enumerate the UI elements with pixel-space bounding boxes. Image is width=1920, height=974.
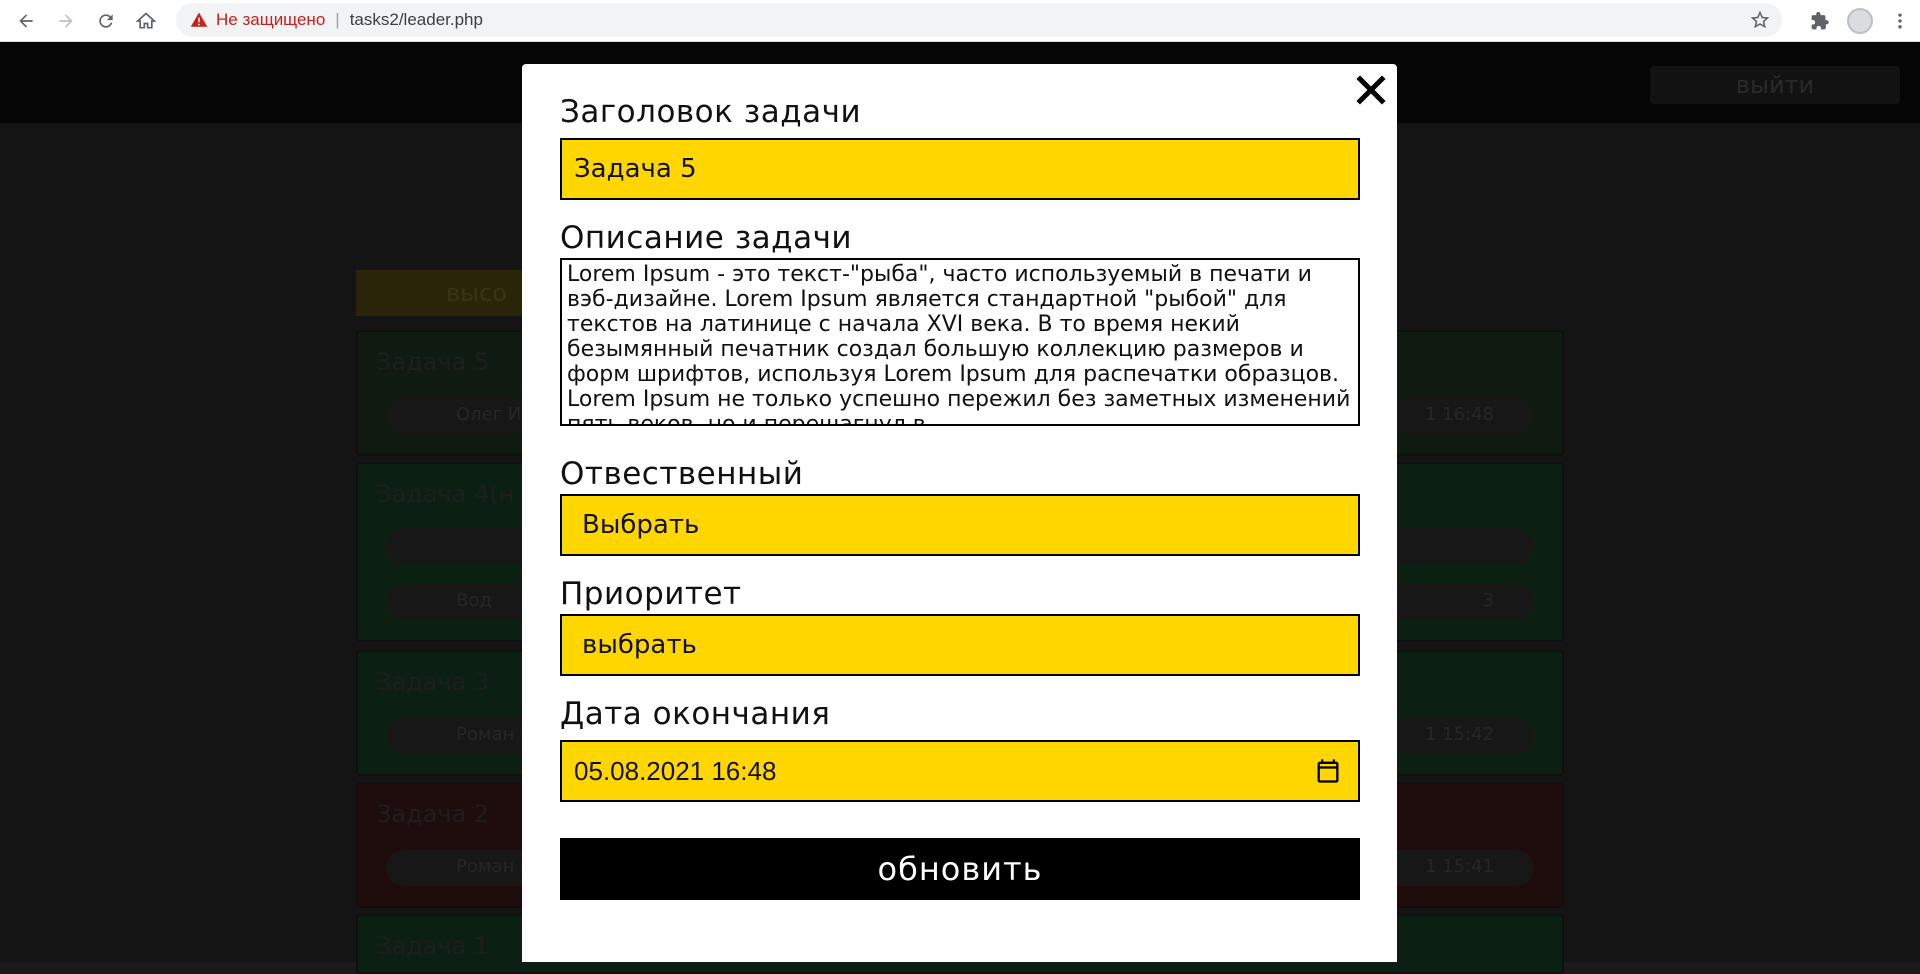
task-title: Задача 4(н (376, 480, 515, 508)
home-icon[interactable] (126, 1, 166, 41)
browser-toolbar: Не защищено | tasks2/leader.php (0, 0, 1920, 42)
bookmark-star-icon[interactable] (1750, 10, 1770, 30)
logout-button[interactable]: выйти (1650, 66, 1900, 104)
close-icon[interactable] (1355, 74, 1387, 106)
priority-select-value: выбрать (582, 630, 697, 660)
task-title: Задача 2 (376, 800, 490, 828)
task-assignee: Роман Е (456, 724, 532, 745)
url-text[interactable]: tasks2/leader.php (350, 10, 483, 30)
responsible-select-value: Выбрать (582, 510, 700, 540)
title-input[interactable]: Задача 5 (560, 138, 1360, 200)
description-textarea[interactable]: Lorem Ipsum - это текст-"рыба", часто ис… (560, 258, 1360, 426)
calendar-icon[interactable] (1314, 757, 1342, 785)
task-assignee: Роман Е (456, 856, 532, 877)
forward-icon[interactable] (46, 1, 86, 41)
separator: | (335, 10, 340, 29)
security-status[interactable]: Не защищено (216, 10, 325, 30)
task-date: 1 15:41 (1424, 856, 1494, 877)
task-title: Задача 1 (376, 932, 490, 960)
priority-select[interactable]: выбрать (560, 614, 1360, 676)
warning-icon (190, 12, 208, 27)
address-bar[interactable]: Не защищено | tasks2/leader.php (176, 3, 1782, 37)
responsible-label: Отвественный (560, 456, 804, 492)
task-date: 3 (1482, 590, 1494, 611)
description-label: Описание задачи (560, 220, 853, 256)
due-date-value: 05.08.2021 16:48 (574, 755, 777, 786)
title-input-value: Задача 5 (574, 154, 697, 184)
task-assignee: Олег И (456, 404, 522, 425)
edit-task-modal: Заголовок задачи Задача 5 Описание задач… (522, 64, 1397, 962)
task-date: 1 15:42 (1424, 724, 1494, 745)
responsible-select[interactable]: Выбрать (560, 494, 1360, 556)
title-label: Заголовок задачи (560, 94, 862, 130)
due-date-label: Дата окончания (560, 696, 831, 732)
task-date: 1 16:48 (1424, 404, 1494, 425)
task-title: Задача 5 (376, 348, 490, 376)
update-button[interactable]: обновить (560, 838, 1360, 900)
extensions-icon[interactable] (1800, 1, 1840, 41)
profile-avatar[interactable] (1840, 1, 1880, 41)
menu-dots-icon[interactable] (1880, 1, 1920, 41)
task-title: Задача 3 (376, 668, 490, 696)
task-assignee: Вод (456, 590, 492, 611)
due-date-input[interactable]: 05.08.2021 16:48 (560, 740, 1360, 802)
reload-icon[interactable] (86, 1, 126, 41)
priority-label: Приоритет (560, 576, 742, 612)
back-icon[interactable] (6, 1, 46, 41)
